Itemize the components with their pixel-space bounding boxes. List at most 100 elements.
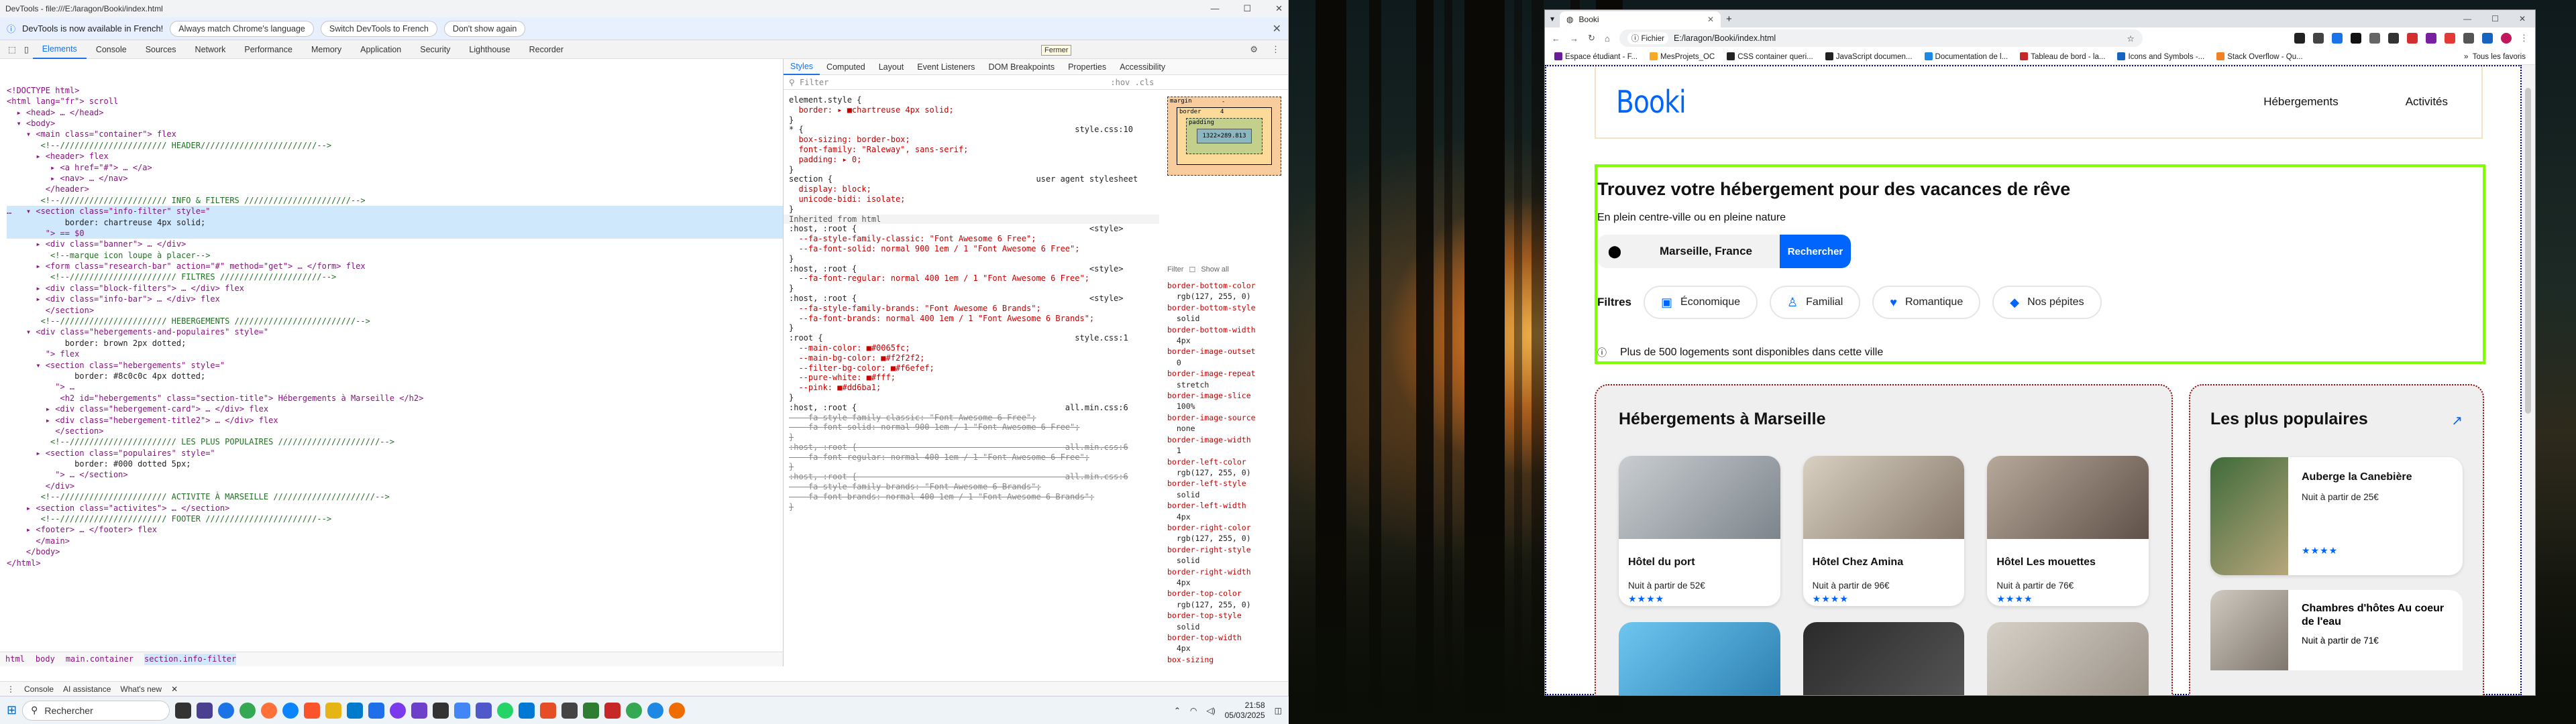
dom-node-line[interactable]: <h2 id="hebergements" class="section-tit… bbox=[7, 393, 783, 404]
dom-node-line[interactable]: ▾ <section class="hebergements" style=" bbox=[7, 360, 783, 371]
dom-node-line[interactable]: </section> bbox=[7, 305, 783, 316]
css-rule-line[interactable]: :host, :root { all.min.css:6 bbox=[789, 403, 1154, 413]
css-rule-line[interactable]: :host, :root { all.min.css:6 bbox=[789, 442, 1154, 452]
firefox-icon[interactable] bbox=[261, 702, 278, 719]
file-chip[interactable]: ⓘ Fichier bbox=[1627, 32, 1668, 44]
app-icon[interactable] bbox=[540, 702, 557, 719]
browser-tab[interactable]: ◍ Booki ✕ bbox=[1560, 11, 1721, 27]
app-icon[interactable] bbox=[197, 702, 213, 719]
close-infobar-icon[interactable]: ✕ bbox=[1273, 22, 1281, 36]
close-tab-icon[interactable]: ✕ bbox=[1707, 15, 1714, 24]
css-rule-line[interactable]: --pink: ■#dd6ba1; bbox=[789, 383, 1154, 393]
dom-node-line[interactable]: ▸ <nav> … </nav> bbox=[7, 173, 783, 184]
filter-pepites[interactable]: ◆ Nos pépites bbox=[1992, 286, 2102, 319]
extension-icon[interactable] bbox=[2332, 33, 2343, 44]
wifi-icon[interactable]: ◠ bbox=[1190, 706, 1197, 715]
dom-node-line[interactable]: </div> bbox=[7, 481, 783, 491]
extension-icon[interactable] bbox=[2369, 33, 2380, 44]
styles-filter-input[interactable]: Filter bbox=[800, 78, 828, 87]
app-icon[interactable] bbox=[561, 702, 578, 719]
dom-node-line[interactable]: … ▾ <section class="info-filter" style=" bbox=[7, 206, 783, 217]
app-icon[interactable] bbox=[519, 702, 535, 719]
hotel-photo[interactable] bbox=[1803, 622, 1965, 695]
dom-node-line[interactable]: <!--////////////////////// FOOTER //////… bbox=[7, 514, 783, 524]
tab-performance[interactable]: Performance bbox=[235, 40, 302, 59]
dom-node-line[interactable]: "> … bbox=[7, 381, 783, 392]
dom-node-line[interactable]: <!--////////////////////// INFO & FILTER… bbox=[7, 195, 783, 206]
hebergement-card[interactable]: Hôtel Chez Amina Nuit à partir de 96€ ★★… bbox=[1803, 456, 1965, 606]
app-icon[interactable] bbox=[390, 702, 407, 719]
switch-french-button[interactable]: Switch DevTools to French bbox=[320, 20, 437, 37]
more-options-icon[interactable]: ⋮ bbox=[1271, 44, 1280, 55]
dom-node-line[interactable]: </html> bbox=[7, 558, 783, 568]
dom-node-line[interactable]: border: brown 2px dotted; bbox=[7, 338, 783, 349]
populaire-card[interactable]: Chambres d'hôtes Au coeur de l'eau Nuit … bbox=[2210, 590, 2463, 670]
tab-layout[interactable]: Layout bbox=[872, 62, 911, 72]
dom-node-line[interactable]: <!--marque icon loupe à placer--> bbox=[7, 250, 783, 261]
css-rule-line[interactable]: --filter-bg-color: ■#f6efef; bbox=[789, 363, 1154, 373]
populaire-card[interactable]: Auberge la Canebière Nuit à partir de 25… bbox=[2210, 457, 2463, 575]
css-rule-line[interactable]: box-sizing: border-box; bbox=[789, 135, 1154, 145]
task-view-icon[interactable] bbox=[175, 702, 192, 719]
minimize-icon[interactable]: — bbox=[1210, 3, 1219, 14]
css-rule-line[interactable]: --fa-font-brands: normal 400 1em / 1 "Fo… bbox=[789, 314, 1154, 324]
css-rule-line[interactable]: --fa-style-family-classic: "Font Awesome… bbox=[789, 413, 1154, 423]
match-language-button[interactable]: Always match Chrome's language bbox=[170, 20, 314, 37]
dom-node-line[interactable]: ▸ <form class="research-bar" action="#" … bbox=[7, 261, 783, 272]
css-rule-line[interactable]: } bbox=[789, 284, 1154, 294]
breadcrumb-item[interactable]: main.container bbox=[66, 654, 133, 664]
css-rule-line[interactable]: :host, :root { <style> bbox=[789, 294, 1154, 304]
filter-economique[interactable]: ▣ Économique bbox=[1644, 286, 1758, 319]
css-rule-line[interactable]: section { user agent stylesheet bbox=[789, 174, 1154, 184]
css-rule-line[interactable]: --fa-font-regular: normal 400 1em / 1 "F… bbox=[789, 274, 1154, 284]
css-rule-line[interactable]: --fa-font-solid: normal 900 1em / 1 "Fon… bbox=[789, 244, 1154, 254]
chrome-icon[interactable] bbox=[239, 702, 256, 719]
settings-icon[interactable]: ⚙ bbox=[1250, 44, 1258, 55]
profile-avatar[interactable] bbox=[2501, 33, 2512, 44]
app-icon[interactable] bbox=[411, 702, 428, 719]
bookmark-item[interactable]: MesProjets_OC bbox=[1650, 52, 1715, 61]
dom-node-line[interactable]: ▸ <section class="activites"> … </sectio… bbox=[7, 503, 783, 514]
explorer-icon[interactable] bbox=[325, 702, 342, 719]
hotel-photo[interactable] bbox=[1987, 622, 2149, 695]
app-icon[interactable] bbox=[368, 702, 385, 719]
dom-node-line[interactable]: ▸ <div class="hebergement-title2"> … </d… bbox=[7, 415, 783, 426]
dom-node-line[interactable]: "> flex bbox=[7, 349, 783, 359]
css-rule-line[interactable]: } bbox=[789, 432, 1154, 442]
tab-computed[interactable]: Computed bbox=[820, 62, 872, 72]
breadcrumb-item[interactable]: section.info-filter bbox=[144, 654, 237, 665]
breadcrumb-item[interactable]: body bbox=[36, 654, 55, 664]
css-rule-line[interactable]: } bbox=[789, 115, 1154, 125]
forward-icon[interactable]: → bbox=[1570, 34, 1578, 44]
dom-node-line[interactable]: <!--////////////////////// HEADER///////… bbox=[7, 140, 783, 151]
bookmark-item[interactable]: Icons and Symbols -... bbox=[2117, 52, 2204, 61]
tab-recorder[interactable]: Recorder bbox=[520, 40, 573, 59]
chevron-up-icon[interactable]: ⌃ bbox=[1174, 706, 1181, 715]
dom-node-line[interactable]: <!--////////////////////// HEBERGEMENTS … bbox=[7, 316, 783, 326]
css-rule-line[interactable]: --fa-style-family-brands: "Font Awesome … bbox=[789, 482, 1154, 492]
dom-node-line[interactable]: ▾ <body> bbox=[7, 118, 783, 129]
tab-properties[interactable]: Properties bbox=[1061, 62, 1113, 72]
search-button[interactable]: Rechercher bbox=[1780, 235, 1851, 268]
dom-node-line[interactable]: <!--////////////////////// LES PLUS POPU… bbox=[7, 436, 783, 447]
tab-styles[interactable]: Styles bbox=[784, 59, 820, 75]
hotel-photo[interactable] bbox=[1619, 622, 1780, 695]
drawer-tab-ai[interactable]: AI assistance bbox=[63, 684, 111, 694]
dom-node-line[interactable]: <!DOCTYPE html> bbox=[7, 85, 783, 96]
vscode-icon[interactable] bbox=[347, 702, 364, 719]
hov-cls-toggles[interactable]: :hov .cls bbox=[1110, 78, 1154, 87]
tab-search-icon[interactable]: ▾ bbox=[1550, 14, 1554, 23]
drawer-menu-icon[interactable]: ⋮ bbox=[7, 684, 15, 694]
inspect-icon[interactable]: ⬚ bbox=[4, 44, 20, 54]
nav-link-activites[interactable]: Activités bbox=[2406, 95, 2448, 109]
tab-network[interactable]: Network bbox=[186, 40, 235, 59]
css-rule-line[interactable]: } bbox=[789, 204, 1154, 215]
css-rule-line[interactable]: --fa-font-brands: normal 400 1em / 1 "Fo… bbox=[789, 492, 1154, 502]
back-icon[interactable]: ← bbox=[1552, 34, 1560, 44]
volume-icon[interactable]: ◁) bbox=[1206, 706, 1215, 715]
hebergement-card[interactable]: Hôtel Les mouettes Nuit à partir de 76€ … bbox=[1987, 456, 2149, 606]
bookmark-star-icon[interactable]: ☆ bbox=[2127, 34, 2135, 44]
css-rule-line[interactable]: element.style { bbox=[789, 95, 1154, 105]
css-rule-line[interactable]: --fa-font-regular: normal 400 1em / 1 "F… bbox=[789, 452, 1154, 463]
filter-familial[interactable]: ♙ Familial bbox=[1770, 286, 1861, 319]
